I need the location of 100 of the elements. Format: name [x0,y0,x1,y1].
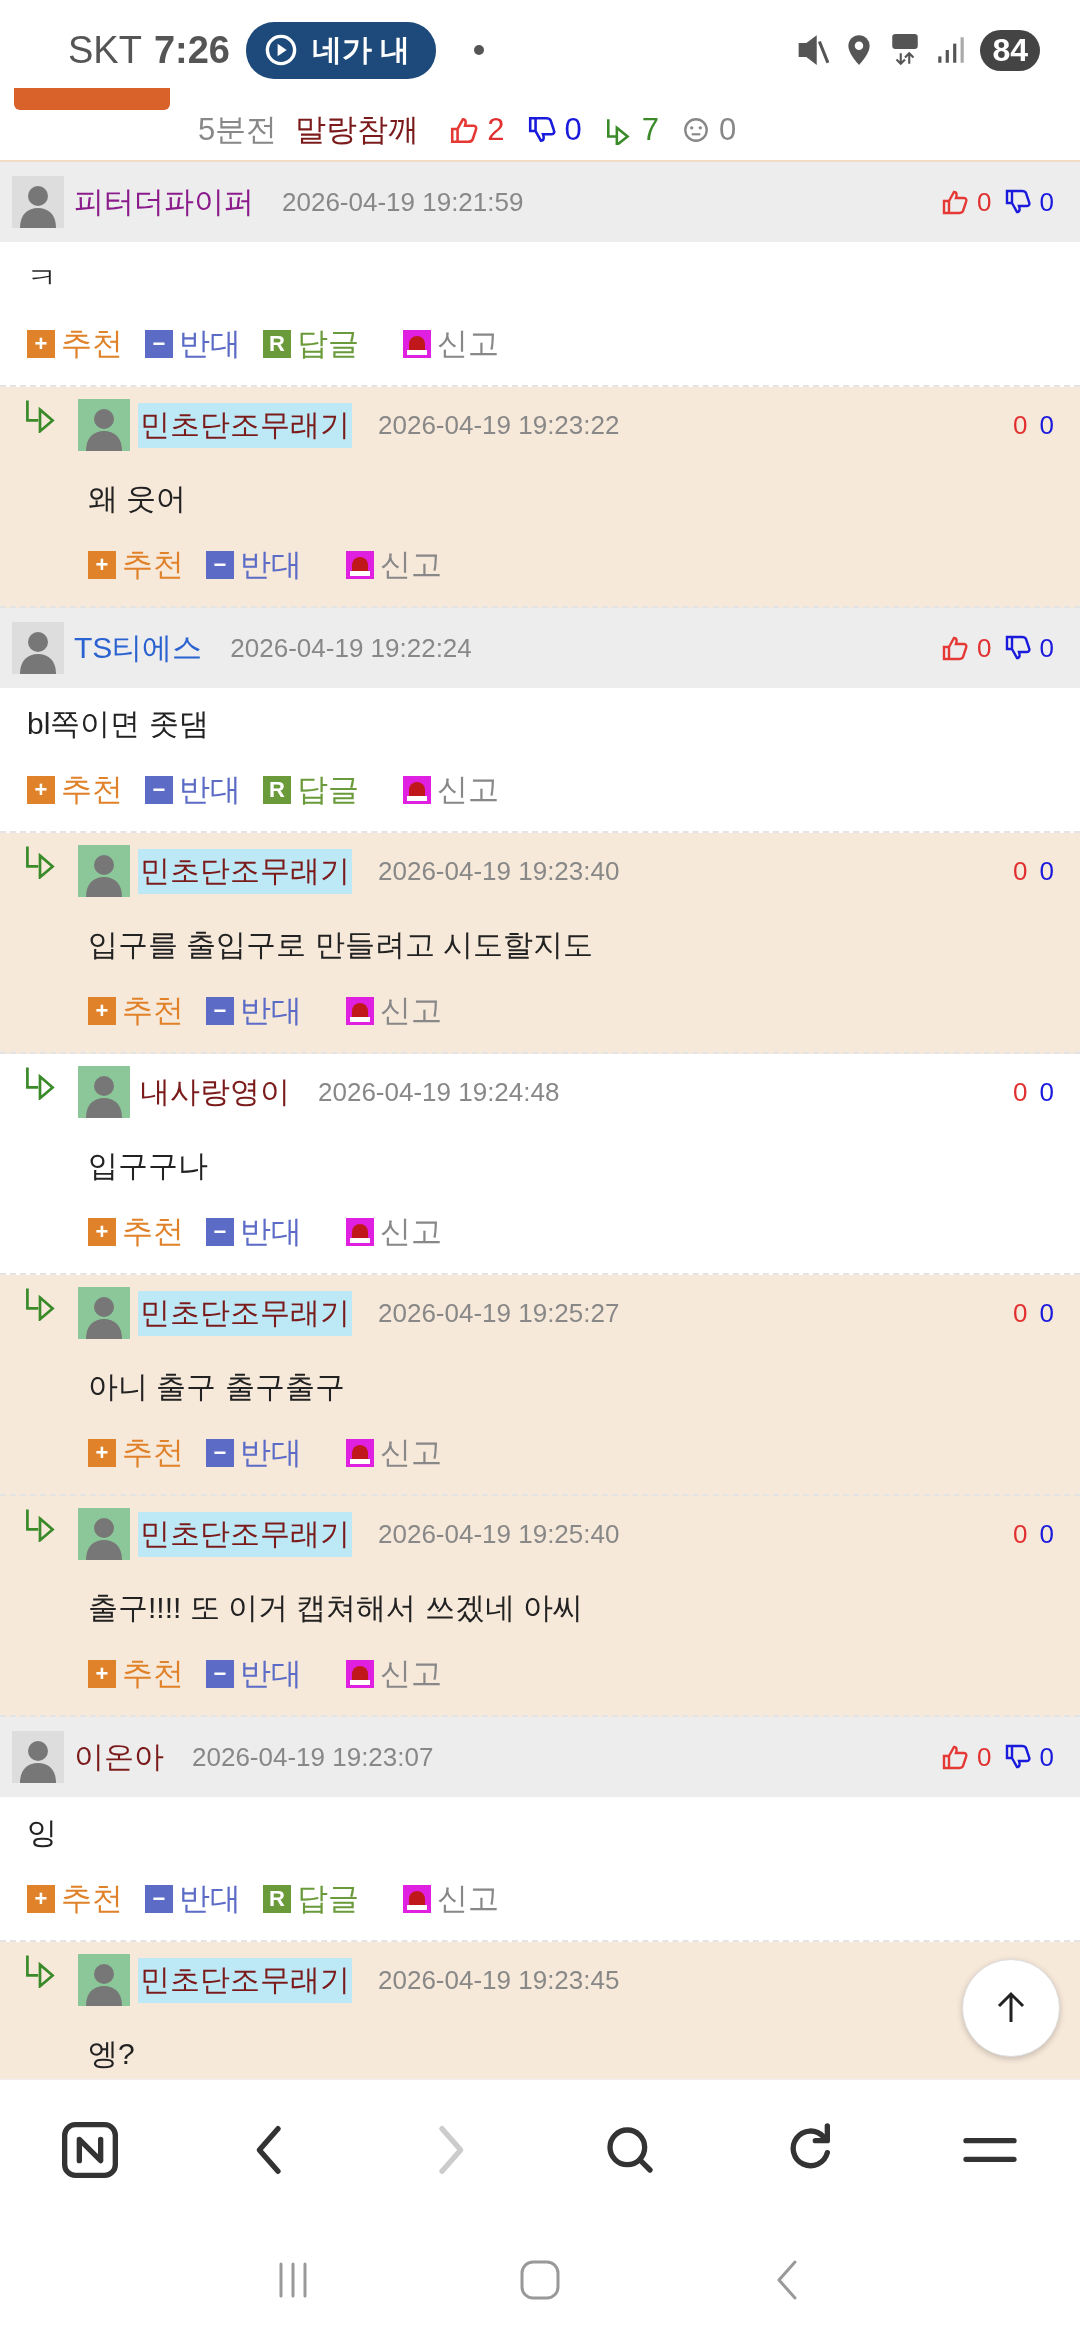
down-button[interactable]: − 반대 [145,769,241,811]
user-name[interactable]: 민초단조무래기 [138,848,352,894]
up-button[interactable]: + 추천 [88,544,184,586]
reply-button[interactable]: R 답글 [263,1878,359,1920]
like-count: 0 [1013,409,1028,441]
up-button[interactable]: + 추천 [27,1878,123,1920]
avatar-icon [78,1287,130,1339]
comment-time: 2026-04-19 19:25:40 [378,1518,620,1550]
avatar-icon [78,1954,130,2006]
up-button[interactable]: + 추천 [88,990,184,1032]
avatar-icon [12,176,64,228]
dislike-count: 0 [1039,855,1054,887]
comment-time: 2026-04-19 19:23:22 [378,409,620,441]
like-count: 0 [977,632,992,664]
comment-time: 2026-04-19 19:23:40 [378,855,620,887]
up-button[interactable]: + 추천 [27,323,123,365]
down-button[interactable]: − 반대 [145,1878,241,1920]
smiley-icon [681,115,711,145]
report-button[interactable]: 신고 [403,1878,499,1920]
siren-icon [403,330,431,358]
clock: 7:26 [153,28,230,72]
comment-time: 2026-04-19 19:23:07 [192,1741,434,1773]
comment-time: 2026-04-19 19:22:24 [230,632,472,664]
user-name[interactable]: 피터더파이퍼 [72,179,256,225]
like-count: 0 [1013,1076,1028,1108]
avatar-icon [78,845,130,897]
user-name[interactable]: 민초단조무래기 [138,402,352,448]
dislike-count: 0 [1039,1076,1054,1108]
play-icon [263,33,298,67]
report-button[interactable]: 신고 [346,990,442,1032]
comment-text: 입구구나 [88,1148,208,1184]
comment-text: 왜 웃어 [88,481,187,517]
report-button[interactable]: 신고 [346,1211,442,1253]
dislike-count: 0 [1039,1297,1054,1329]
battery-level: 84 [980,29,1040,71]
like-count: 0 [1013,1518,1028,1550]
user-name[interactable]: 내사랑영이 [138,1069,292,1115]
report-button[interactable]: 신고 [346,1432,442,1474]
user-name[interactable]: 이온아 [72,1734,166,1780]
down-button[interactable]: − 반대 [206,1211,302,1253]
user-name[interactable]: 민초단조무래기 [138,1511,352,1557]
dislike-count: 0 [1039,409,1054,441]
thumbs-down-icon [1003,634,1032,662]
siren-icon [346,551,374,579]
thumbs-up-icon [449,115,480,145]
like-count: 0 [1013,1297,1028,1329]
siren-icon [346,1660,374,1688]
comment-time: 2026-04-19 19:25:27 [378,1297,620,1329]
user-name[interactable]: 민초단조무래기 [138,1957,352,2003]
down-button[interactable]: − 반대 [206,1432,302,1474]
user-name[interactable]: TS티에스 [72,625,205,671]
thumbs-up-icon [941,188,970,216]
comment-text: 아니 출구 출구출구 [88,1369,345,1405]
comment-text: 잉 [27,1815,57,1851]
comment-time: 2026-04-19 19:21:59 [282,186,524,218]
report-button[interactable]: 신고 [346,1653,442,1695]
post-time: 5분전 [198,111,278,149]
up-button[interactable]: + 추천 [88,1432,184,1474]
avatar-icon [78,1508,130,1560]
comment-text: 출구!!!! 또 이거 캡쳐해서 쓰겠네 아씨 [88,1590,583,1626]
comment-text: 엥? [88,2036,135,2072]
report-button[interactable]: 신고 [346,544,442,586]
dislike-count: 0 [1039,1741,1054,1773]
up-button[interactable]: + 추천 [88,1653,184,1695]
down-button[interactable]: − 반대 [206,544,302,586]
post-author: 말랑참깨 [295,111,420,149]
report-button[interactable]: 신고 [403,323,499,365]
down-button[interactable]: − 반대 [206,1653,302,1695]
like-count: 2 [487,112,505,148]
reply-button[interactable]: R 답글 [263,769,359,811]
down-button[interactable]: − 반대 [145,323,241,365]
thumbs-down-icon [526,115,557,145]
avatar-icon [78,1066,130,1118]
reply-count: 7 [641,112,659,148]
down-button[interactable]: − 반대 [206,990,302,1032]
dislike-count: 0 [1039,186,1054,218]
dislike-count: 0 [1039,632,1054,664]
thumbs-down-icon [1003,1743,1032,1771]
mute-icon [796,33,831,67]
up-button[interactable]: + 추천 [27,769,123,811]
avatar-icon [12,622,64,674]
avatar-icon [78,399,130,451]
reply-button[interactable]: R 답글 [263,323,359,365]
thumbs-up-icon [941,1743,970,1771]
user-name[interactable]: 민초단조무래기 [138,1290,352,1336]
comment-time: 2026-04-19 19:24:48 [318,1076,560,1108]
comment-text: bl쪽이면 좃댐 [27,706,209,742]
notification-dot-icon [474,45,485,55]
media-chip[interactable]: 네가 내 [245,21,437,79]
reaction-count: 0 [719,112,737,148]
siren-icon [346,1439,374,1467]
dislike-count: 0 [564,112,582,148]
thumbs-up-icon [941,634,970,662]
siren-icon [403,1885,431,1913]
like-count: 0 [977,186,992,218]
up-button[interactable]: + 추천 [88,1211,184,1253]
siren-icon [346,997,374,1025]
avatar-icon [12,1731,64,1783]
carrier-label: SKT [68,28,142,72]
report-button[interactable]: 신고 [403,769,499,811]
